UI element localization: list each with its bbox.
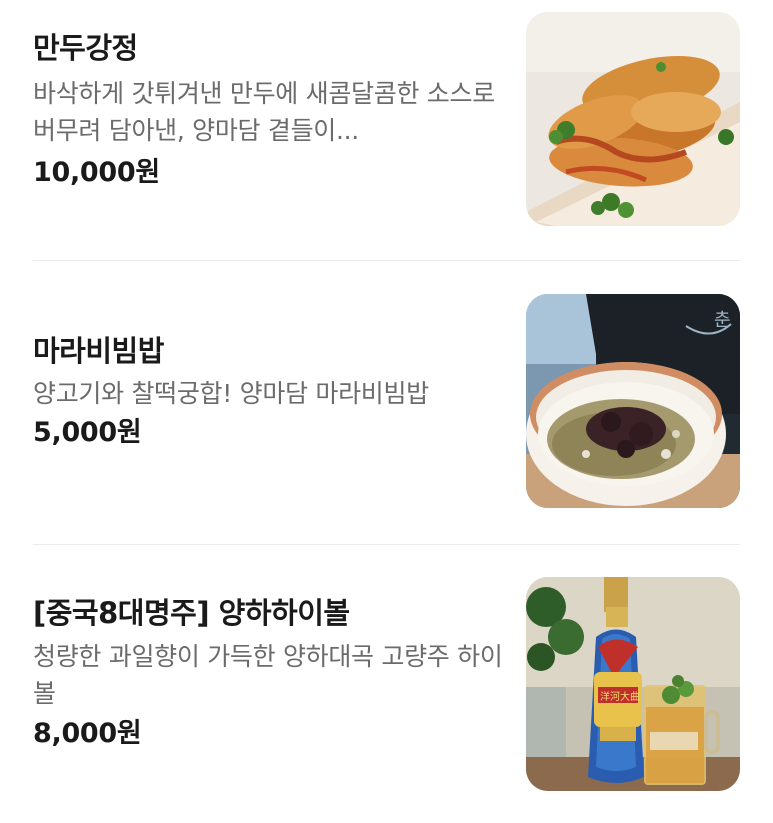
- menu-item-mala-bibimbap[interactable]: 마라비빔밥 양고기와 찰떡궁합! 양마담 마라비빔밥 5,000원 춘: [0, 261, 773, 544]
- fried-dumpling-photo[interactable]: [526, 12, 740, 226]
- mala-bibimbap-image: 춘: [526, 294, 740, 508]
- menu-item-description: 양고기와 찰떡궁합! 양마담 마라비빔밥: [33, 379, 429, 408]
- mala-bibimbap-photo[interactable]: 춘: [526, 294, 740, 508]
- menu-item-price: 10,000원: [33, 157, 160, 188]
- highball-bottle-image: 洋河大曲: [526, 577, 740, 791]
- menu-item-yangha-highball[interactable]: [중국8대명주] 양하하이볼 청량한 과일향이 가득한 양하대곡 고량주 하이볼…: [0, 545, 773, 823]
- menu-item-name: [중국8대명주] 양하하이볼: [33, 596, 350, 630]
- menu-item-description: 바삭하게 갓튀겨낸 만두에 새콤달콤한 소스로 버무려 담아낸, 양마담 곁들이…: [33, 79, 495, 145]
- menu-item-name: 만두강정: [33, 31, 138, 65]
- highball-bottle-photo[interactable]: 洋河大曲: [526, 577, 740, 791]
- menu-item-text: 마라비빔밥 양고기와 찰떡궁합! 양마담 마라비빔밥 5,000원: [33, 333, 503, 450]
- menu-item-text: [중국8대명주] 양하하이볼 청량한 과일향이 가득한 양하대곡 고량주 하이볼…: [33, 595, 503, 751]
- svg-text:춘: 춘: [714, 310, 731, 331]
- menu-item-mandu-gangjeong[interactable]: 만두강정 바삭하게 갓튀겨낸 만두에 새콤달콤한 소스로 버무려 담아낸, 양마…: [0, 0, 773, 260]
- menu-item-name: 마라비빔밥: [33, 334, 164, 368]
- fried-dumpling-image: [526, 12, 740, 226]
- menu-item-price: 8,000원: [33, 718, 142, 749]
- menu-list: 만두강정 바삭하게 갓튀겨낸 만두에 새콤달콤한 소스로 버무려 담아낸, 양마…: [0, 0, 773, 823]
- menu-item-text: 만두강정 바삭하게 갓튀겨낸 만두에 새콤달콤한 소스로 버무려 담아낸, 양마…: [33, 30, 503, 190]
- menu-item-description: 청량한 과일향이 가득한 양하대곡 고량주 하이볼: [33, 642, 503, 708]
- menu-item-price: 5,000원: [33, 417, 142, 448]
- svg-text:洋河大曲: 洋河大曲: [600, 690, 640, 703]
